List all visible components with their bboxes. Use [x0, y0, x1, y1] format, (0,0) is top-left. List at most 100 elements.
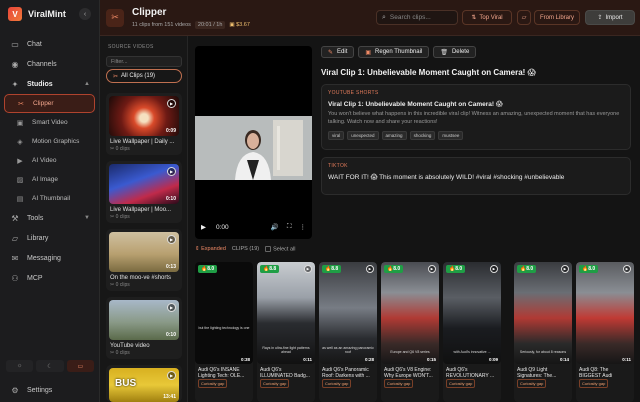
clip-caption: as well as an amazing panoramic roof	[322, 346, 374, 354]
more-options-button[interactable]: ⋮	[300, 223, 307, 231]
from-library-button[interactable]: From Library	[534, 10, 580, 25]
play-icon[interactable]: ▶	[428, 265, 436, 273]
nav-item-mcp[interactable]: ⚇ MCP	[0, 268, 99, 288]
source-video-card[interactable]: ▶ 0:13 On the moo-ve #shorts ✂ 0 clips	[106, 229, 182, 291]
sidebar-item-smart-video[interactable]: ▣ Smart Video	[4, 113, 95, 132]
play-icon[interactable]: ▶	[366, 265, 374, 273]
clip-card[interactable]: 🔥8.0 ▶ 0:11 Audi Q8: The BIGGEST Audi EV…	[576, 262, 634, 402]
folder-button[interactable]: ▱	[517, 10, 531, 25]
collapse-sidebar-button[interactable]: ‹	[79, 8, 91, 20]
clip-title: Audi Q6's ILLUMINATED Badg...	[260, 367, 310, 379]
folder-icon: ▱	[11, 233, 19, 243]
all-clips-button[interactable]: ✂ All Clips (19)	[106, 69, 182, 83]
play-icon[interactable]: ▶	[167, 303, 176, 312]
thumbnail-text: BUS	[115, 378, 137, 389]
light-theme-button[interactable]: ☼	[6, 360, 34, 372]
sidebar-item-ai-video[interactable]: ▶ AI Video	[4, 151, 95, 170]
select-all-checkbox[interactable]: Select all	[265, 246, 295, 252]
system-theme-button[interactable]: ▭	[66, 360, 94, 372]
nav-item-settings[interactable]: ⚙ Settings	[0, 380, 61, 400]
upload-icon: ⇪	[597, 15, 603, 21]
clip-card[interactable]: 🔥 8.0 ▶ Seriously, for about 8 reasons 0:…	[514, 262, 572, 402]
clip-card[interactable]: 🔥 8.0 but the lighting technology is one …	[195, 262, 253, 402]
play-icon[interactable]: ▶	[167, 99, 176, 108]
nav-item-tools[interactable]: ⚒ Tools ▼	[0, 208, 99, 228]
nav-item-library[interactable]: ▱ Library	[0, 228, 99, 248]
video-icon: ▶	[17, 157, 23, 165]
nav-label: Settings	[27, 386, 53, 394]
message-icon: ✉	[11, 253, 19, 263]
clips-count: CLIPS (19)	[231, 246, 260, 253]
volume-button[interactable]: 🔊	[271, 223, 279, 231]
player-controls: ▶ 0:00 🔊 ⛶ ⋮	[201, 223, 306, 231]
top-viral-button[interactable]: ⇅ Top Viral	[462, 10, 512, 25]
tag: shocking	[409, 131, 436, 140]
clip-card[interactable]: 🔥 8.0 ▶ Europe and Q6 V8 series 0:15 Audi…	[381, 262, 439, 402]
filter-input[interactable]: Filter...	[106, 56, 182, 67]
video-player[interactable]: ▶ 0:00 🔊 ⛶ ⋮	[195, 46, 312, 239]
sort-icon: ⇅	[471, 15, 477, 21]
dark-theme-button[interactable]: ☾	[36, 360, 64, 372]
video-duration: 0:10	[165, 332, 176, 338]
sidebar-item-motion-graphics[interactable]: ◈ Motion Graphics	[4, 132, 95, 151]
play-icon[interactable]: ▶	[167, 371, 176, 380]
button-label: Regen Thumbnail	[375, 49, 423, 55]
viral-score-badge: 🔥 8.8	[322, 265, 342, 273]
credits-badge: ▣ $3.67	[229, 22, 250, 28]
source-video-card[interactable]: ▶ 0:09 Live Wallpaper | Daily ... ✂ 0 cl…	[106, 93, 182, 155]
edit-button[interactable]: ✎ Edit	[321, 46, 355, 58]
nav-item-channels[interactable]: ◉ Channels	[0, 54, 99, 74]
clip-caption: with Audi's innovative ...	[453, 350, 491, 354]
source-video-card[interactable]: ▶ 0:10 YouTube video ✂ 0 clips	[106, 297, 182, 359]
scissors-icon: ✂	[106, 8, 124, 27]
clip-card[interactable]: 🔥 8.8 ▶ Rays in ultra-fine light patterns…	[257, 262, 315, 402]
score-value: 8.0	[207, 266, 215, 272]
nav-item-chat[interactable]: ▭ Chat	[0, 34, 99, 54]
button-label: From Library	[539, 14, 574, 21]
clip-duration: 0:38	[240, 357, 250, 362]
play-icon[interactable]: ▶	[167, 235, 176, 244]
delete-button[interactable]: 🗑 Delete	[433, 46, 477, 58]
source-video-card[interactable]: BUS ▶ 13:41	[106, 365, 182, 402]
nav-label: AI Thumbnail	[32, 195, 71, 202]
brand: V ViralMint ‹	[0, 0, 99, 28]
play-button[interactable]: ▶	[201, 223, 206, 231]
video-duration: 13:41	[163, 394, 176, 400]
nav-item-messaging[interactable]: ✉ Messaging	[0, 248, 99, 268]
sidebar-item-clipper[interactable]: ✂ Clipper	[4, 94, 95, 113]
clip-thumbnail: 🔥 8.0 ▶ with Audi's innovative ... 0:09	[443, 262, 501, 364]
video-thumbnail: ▶ 0:09	[109, 96, 179, 136]
play-icon[interactable]: ▶	[561, 265, 569, 273]
import-button[interactable]: ⇪ Import	[585, 10, 635, 25]
play-icon[interactable]: ▶	[623, 265, 631, 273]
play-icon[interactable]: ▶	[490, 265, 498, 273]
tiktok-caption: WAIT FOR IT! 😱 This moment is absolutely…	[328, 174, 565, 181]
regen-thumbnail-button[interactable]: ▣ Regen Thumbnail	[358, 46, 430, 58]
search-input[interactable]	[389, 14, 450, 21]
source-video-card[interactable]: ▶ 0:10 Live Wallpaper | Moo... ✂ 0 clips	[106, 161, 182, 223]
header-meta: 11 clips from 151 videos 20:01 / 1h ▣ $3…	[132, 20, 250, 29]
score-value: 8.0	[455, 266, 463, 272]
fullscreen-button[interactable]: ⛶	[287, 223, 292, 231]
nav-label: MCP	[27, 274, 43, 282]
nav-label: Messaging	[27, 254, 61, 262]
play-icon[interactable]: ▶	[304, 265, 312, 273]
image-icon: ▨	[16, 176, 24, 184]
sidebar-item-ai-image[interactable]: ▨ AI Image	[4, 170, 95, 189]
clip-thumbnail: 🔥 8.0 ▶ Seriously, for about 8 reasons 0:…	[514, 262, 572, 364]
expand-toggle[interactable]: ⇕ Expanded	[195, 246, 226, 252]
video-frame	[195, 116, 312, 180]
playback-time: 0:00	[216, 223, 229, 231]
score-value: 8.0	[393, 266, 401, 272]
thumbnail-icon: ▤	[16, 195, 24, 203]
clip-card[interactable]: 🔥 8.8 ▶ as well as an amazing panoramic r…	[319, 262, 377, 402]
clip-title: Audi Q6's INSANE Lighting Tech: OLE...	[198, 367, 245, 379]
wrench-icon: ⚒	[11, 213, 19, 223]
clip-title: Audi Q6's Panoramic Roof: Darkens with .…	[322, 367, 370, 379]
play-icon[interactable]: ▶	[167, 167, 176, 176]
clip-thumbnail: 🔥 8.0 but the lighting technology is one …	[195, 262, 253, 364]
clip-card[interactable]: 🔥 8.0 ▶ with Audi's innovative ... 0:09 A…	[443, 262, 501, 402]
youtube-description: You won't believe what happens in this i…	[328, 111, 620, 125]
sidebar-item-ai-thumbnail[interactable]: ▤ AI Thumbnail	[4, 189, 95, 208]
nav-section-studios[interactable]: ✦ Studios ▲	[0, 74, 99, 94]
